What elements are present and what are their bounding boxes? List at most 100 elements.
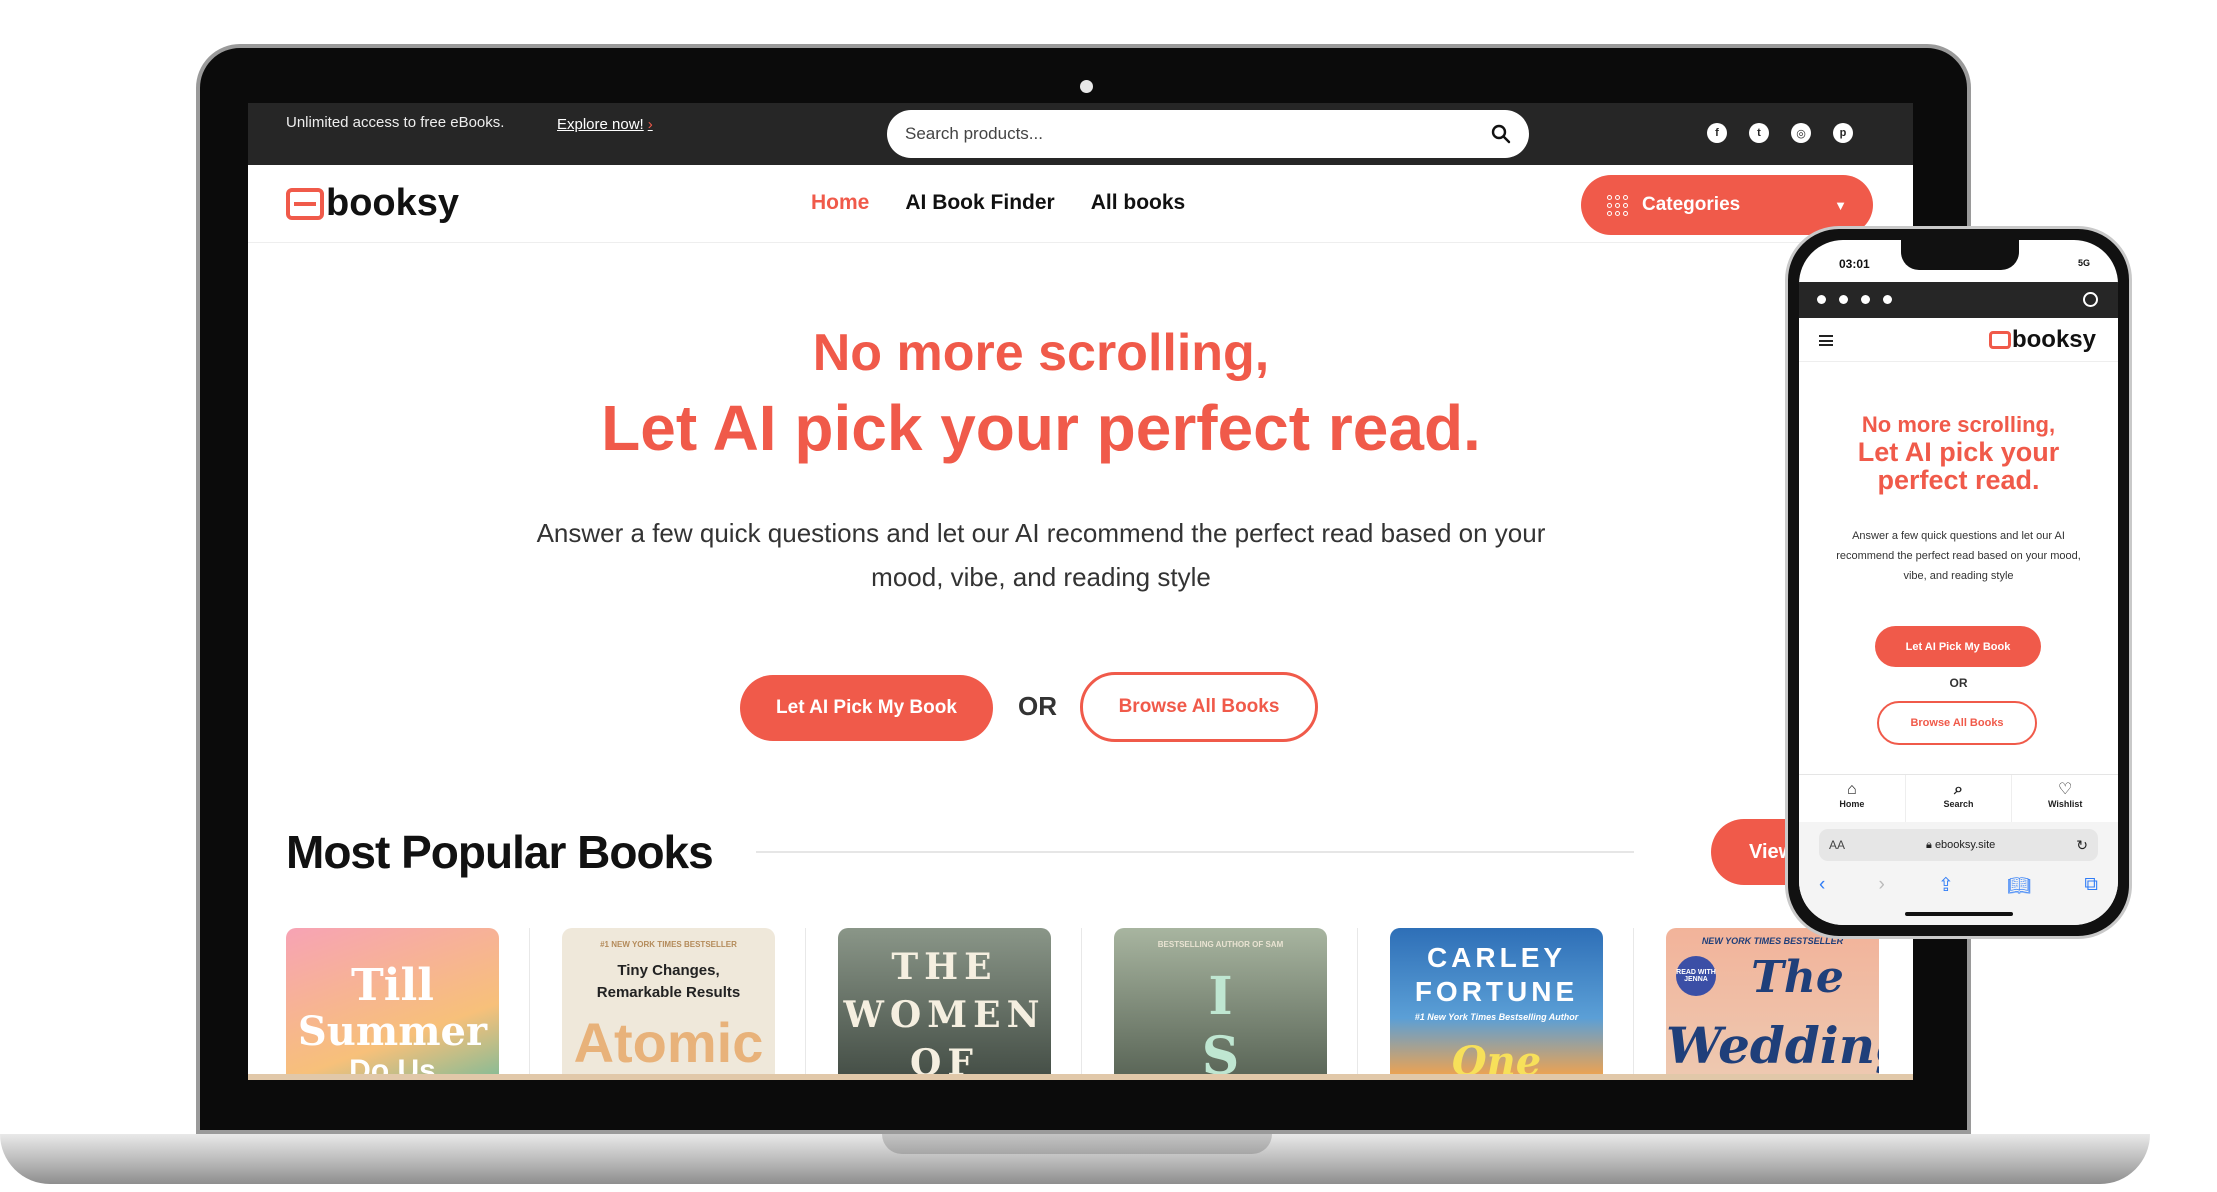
or-separator: OR [1018, 691, 1057, 721]
share-icon[interactable]: ⇪ [1938, 874, 1954, 898]
url-value: ebooksy.site [1934, 838, 1996, 851]
nav-item-all-books[interactable]: All books [1091, 191, 1186, 215]
grid-icon [1607, 194, 1628, 216]
facebook-icon[interactable] [1817, 295, 1826, 304]
pinterest-icon[interactable] [1883, 295, 1892, 304]
phone-hero-line-1: No more scrolling, [1861, 412, 2056, 437]
laptop-notch [882, 1134, 1272, 1154]
device-mockup-stage: Unlimited access to free eBooks. Explore… [0, 0, 2217, 1192]
hero-line-2: Let AI pick your perfect read. [601, 392, 1481, 464]
home-indicator [1905, 912, 2013, 916]
instagram-icon[interactable]: ◎ [1791, 123, 1811, 143]
book-cover-tagline: #1 NEW YORK TIMES BESTSELLER [600, 940, 737, 949]
book-card[interactable]: THE WOMEN OF [838, 928, 1051, 1080]
book-card[interactable]: #1 NEW YORK TIMES BESTSELLER Tiny Change… [562, 928, 775, 1080]
tab-search-label: Search [1943, 799, 1974, 809]
promo-text: Unlimited access to free eBooks. [286, 114, 505, 131]
nav-item-home[interactable]: Home [811, 191, 869, 215]
book-cover-subtitle: Tiny Changes, [617, 962, 720, 979]
book-divider [529, 928, 530, 1080]
phone-browse-all-button[interactable]: Browse All Books [1877, 701, 2037, 745]
categories-label: Categories [1642, 194, 1741, 215]
site-logo[interactable]: booksy [286, 182, 459, 225]
explore-link[interactable]: Explore now! › [557, 116, 653, 133]
safari-toolbar: AA 🔒︎ ebooksy.site ↻ ‹ › ⇪ 📖︎ ⧉ [1799, 822, 2118, 925]
nav-item-ai-book-finder[interactable]: AI Book Finder [905, 191, 1054, 215]
shelf-line [248, 1074, 1913, 1080]
logo-mark-icon [1988, 331, 2011, 349]
hamburger-menu-icon[interactable] [1819, 335, 1833, 346]
signal-indicator: 5G [2077, 258, 2090, 268]
phone-top-bar [1799, 282, 2118, 318]
tabs-icon[interactable]: ⧉ [2084, 874, 2098, 898]
search-input[interactable] [905, 124, 1491, 144]
back-icon[interactable]: ‹ [1819, 874, 1825, 898]
phone-ai-pick-button[interactable]: Let AI Pick My Book [1875, 626, 2041, 667]
section-divider [756, 851, 1634, 853]
ai-pick-button[interactable]: Let AI Pick My Book [740, 675, 993, 741]
book-cover-title: THE [891, 946, 998, 988]
phone-tab-bar: ⌂ Home ⌕ Search ♡ Wishlist [1799, 774, 2118, 822]
book-cover-title: Wedding [1666, 1016, 1879, 1075]
phone-frame: 03:01 5G booksy No more scrolling, Let A… [1785, 226, 2132, 939]
section-title: Most Popular Books [286, 826, 714, 878]
hero-line-1: No more scrolling, [812, 324, 1270, 382]
pinterest-icon[interactable]: p [1833, 123, 1853, 143]
phone-status-bar: 03:01 5G [1799, 240, 2118, 282]
phone-logo-text: booksy [2011, 326, 2096, 353]
twitter-icon[interactable]: t [1749, 123, 1769, 143]
tab-wishlist-label: Wishlist [2047, 799, 2083, 809]
book-card[interactable]: CARLEY FORTUNE #1 New York Times Bestsel… [1390, 928, 1603, 1080]
laptop-camera [1080, 80, 1093, 93]
book-cover-title: The [1751, 952, 1844, 1003]
explore-label: Explore now! [557, 116, 644, 133]
instagram-icon[interactable] [1861, 295, 1870, 304]
forward-icon[interactable]: › [1879, 874, 1885, 898]
reader-aa-button[interactable]: AA [1829, 838, 1845, 852]
book-cover-author: CARLEY [1426, 942, 1567, 973]
logo-mark-icon [286, 187, 324, 220]
search-icon[interactable] [2083, 292, 2098, 307]
book-cover-tagline: #1 New York Times Bestselling Author [1414, 1012, 1579, 1022]
laptop-screen: Unlimited access to free eBooks. Explore… [248, 103, 1913, 1080]
tab-search[interactable]: ⌕ Search [1906, 775, 2013, 822]
search-icon: ⌕ [1954, 781, 1963, 798]
top-bar: Unlimited access to free eBooks. Explore… [248, 103, 1913, 165]
book-cover-title: Atomic [573, 1011, 764, 1074]
read-with-jenna-badge: READ WITH JENNA [1676, 956, 1716, 996]
nav-menu: Home AI Book Finder All books [811, 191, 1185, 215]
search-bar[interactable] [887, 110, 1529, 158]
phone-logo[interactable]: booksy [1988, 326, 2096, 354]
book-card[interactable]: Till Summer Do Us [286, 928, 499, 1080]
lock-icon: 🔒︎ [1926, 838, 1935, 851]
book-divider [1081, 928, 1082, 1080]
reload-icon[interactable]: ↻ [2076, 837, 2088, 854]
social-links: f t ◎ p [1707, 123, 1853, 143]
book-divider [805, 928, 806, 1080]
search-icon[interactable] [1491, 124, 1511, 144]
explore-arrow-icon: › [647, 116, 653, 133]
phone-header: booksy [1799, 318, 2118, 362]
heart-icon: ♡ [2058, 781, 2073, 798]
dynamic-island [1901, 240, 2019, 270]
book-cover-title: Till [351, 960, 434, 1011]
book-cover-title: Summer [297, 1008, 488, 1055]
book-card[interactable]: BESTSELLING AUTHOR OF SAM I S [1114, 928, 1327, 1080]
chevron-down-icon: ▼ [1834, 197, 1847, 213]
phone-hero-line-2: Let AI pick your perfect read. [1857, 437, 2060, 495]
tab-home[interactable]: ⌂ Home [1799, 775, 1906, 822]
book-card[interactable]: NEW YORK TIMES BESTSELLER READ WITH JENN… [1666, 928, 1879, 1080]
twitter-icon[interactable] [1839, 295, 1848, 304]
address-bar[interactable]: AA 🔒︎ ebooksy.site ↻ [1819, 829, 2098, 861]
browse-all-button[interactable]: Browse All Books [1080, 672, 1318, 742]
book-cover-tagline: BESTSELLING AUTHOR OF SAM [1157, 940, 1284, 949]
bookmarks-icon[interactable]: 📖︎ [2007, 874, 2031, 898]
book-divider [1357, 928, 1358, 1080]
book-cover-subtitle: Remarkable Results [596, 984, 741, 1001]
facebook-icon[interactable]: f [1707, 123, 1727, 143]
phone-screen: 03:01 5G booksy No more scrolling, Let A… [1799, 240, 2118, 925]
book-cover-author: FORTUNE [1414, 976, 1579, 1007]
phone-time: 03:01 [1839, 257, 1870, 271]
logo-text: booksy [326, 182, 460, 224]
tab-wishlist[interactable]: ♡ Wishlist [2012, 775, 2118, 822]
